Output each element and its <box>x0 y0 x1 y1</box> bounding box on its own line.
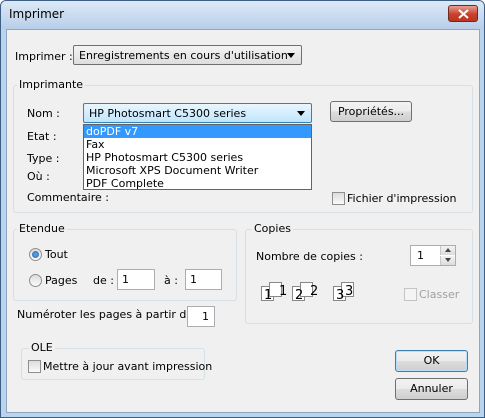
properties-button[interactable]: Propriétés... <box>330 101 412 122</box>
copies-count-stepper[interactable]: 1 <box>410 245 456 266</box>
printer-option[interactable]: doPDF v7 <box>84 125 311 138</box>
collate-page-number: 1 <box>264 288 273 303</box>
radio-selected-dot <box>32 251 39 258</box>
printer-option[interactable]: Microsoft XPS Document Writer <box>84 164 311 177</box>
collate-label: Classer <box>419 288 460 301</box>
print-to-file-checkbox[interactable] <box>332 192 345 205</box>
dialog-body: Imprimer : Enregistrements en cours d'ut… <box>6 29 480 413</box>
range-to-label: à : <box>164 274 178 287</box>
ole-update-checkbox[interactable] <box>28 360 41 373</box>
numbering-start-value: 1 <box>202 310 209 323</box>
collate-page-number: 2 <box>310 284 319 299</box>
ok-button[interactable]: OK <box>395 350 468 372</box>
range-from-value: 1 <box>122 273 129 286</box>
printer-name-select[interactable]: HP Photosmart C5300 series <box>83 103 312 123</box>
range-from-input[interactable]: 1 <box>117 269 155 290</box>
copies-count-label: Nombre de copies : <box>256 250 363 263</box>
ole-group-title: OLE <box>29 341 55 354</box>
range-to-input[interactable]: 1 <box>185 269 222 290</box>
close-button[interactable] <box>448 5 478 22</box>
print-dialog: Imprimer Imprimer : Enregistrements en c… <box>0 0 485 418</box>
print-scope-label: Imprimer : <box>15 50 73 63</box>
collate-checkbox[interactable] <box>404 288 417 301</box>
collate-page-number: 1 <box>279 284 288 299</box>
collate-page-number: 2 <box>295 288 304 303</box>
window-title: Imprimer <box>9 7 65 21</box>
collate-page-number: 3 <box>336 288 345 303</box>
chevron-down-icon <box>287 53 295 58</box>
printer-option[interactable]: PDF Complete <box>84 177 311 190</box>
copies-group <box>245 229 473 324</box>
printer-group-title: Imprimante <box>17 78 86 91</box>
copies-group-title: Copies <box>252 222 293 235</box>
printer-type-label: Type : <box>27 152 60 165</box>
print-scope-value: Enregistrements en cours d'utilisation <box>79 49 288 62</box>
range-group <box>13 229 237 301</box>
copies-count-value: 1 <box>417 249 424 262</box>
range-from-label: de : <box>93 274 114 287</box>
printer-dropdown-list: doPDF v7 Fax HP Photosmart C5300 series … <box>83 124 312 190</box>
printer-state-label: Etat : <box>27 130 57 143</box>
range-group-title: Etendue <box>17 222 67 235</box>
range-all-radio[interactable] <box>29 248 42 261</box>
printer-name-value: HP Photosmart C5300 series <box>89 107 247 120</box>
chevron-down-icon <box>297 111 305 116</box>
spin-up-button[interactable] <box>440 246 455 255</box>
ole-update-label: Mettre à jour avant impression <box>43 360 213 373</box>
printer-where-label: Où : <box>27 170 50 183</box>
printer-option[interactable]: Fax <box>84 138 311 151</box>
title-bar[interactable]: Imprimer <box>1 1 484 29</box>
cancel-button[interactable]: Annuler <box>395 378 468 400</box>
numbering-label: Numéroter les pages à partir de : <box>17 308 201 321</box>
close-icon <box>458 9 469 19</box>
range-pages-label: Pages <box>45 274 78 287</box>
numbering-start-input[interactable]: 1 <box>187 306 215 327</box>
print-to-file-label: Fichier d'impression <box>347 192 457 205</box>
printer-option[interactable]: HP Photosmart C5300 series <box>84 151 311 164</box>
spin-down-button[interactable] <box>440 256 455 265</box>
range-pages-radio[interactable] <box>29 274 42 287</box>
range-all-label: Tout <box>45 248 68 261</box>
printer-name-label: Nom : <box>27 107 60 120</box>
print-scope-select[interactable]: Enregistrements en cours d'utilisation <box>73 45 302 65</box>
collate-page-number: 3 <box>345 284 354 299</box>
range-to-value: 1 <box>190 273 197 286</box>
printer-comment-label: Commentaire : <box>27 191 109 204</box>
